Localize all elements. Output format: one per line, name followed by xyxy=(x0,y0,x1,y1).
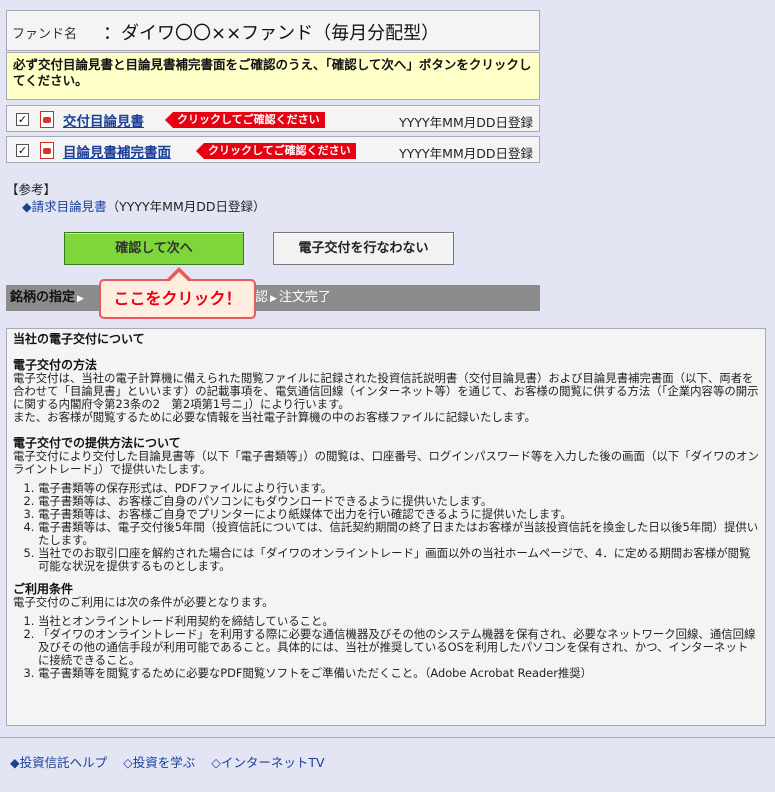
click-hint-tag: クリックしてご確認ください xyxy=(165,112,325,128)
fund-name-panel: ファンド名 ：ダイワ〇〇××ファンド（毎月分配型） xyxy=(6,10,540,51)
step-progress-bar: 銘柄の指定▶確認▶注文完了 xyxy=(6,285,540,311)
step-arrow-icon: ▶ xyxy=(269,294,277,304)
diamond-icon: ◆ xyxy=(22,199,32,214)
terms-list: 当社とオンライントレード利用契約を締結していること。 「ダイワのオンライントレー… xyxy=(25,615,759,680)
terms-text: 電子交付のご利用には次の条件が必要となります。 xyxy=(13,595,274,609)
footer-divider xyxy=(0,737,775,738)
checkbox[interactable]: ✓ xyxy=(16,144,29,157)
internet-tv-link[interactable]: ◇インターネットTV xyxy=(211,755,324,770)
callout-pointer-inner xyxy=(170,272,188,281)
checkbox[interactable]: ✓ xyxy=(16,113,29,126)
fund-help-link[interactable]: ◆投資信託ヘルプ xyxy=(10,755,107,770)
electronic-delivery-info-panel: 当社の電子交付について 電子交付の方法 電子交付は、当社の電子計算機に備えられた… xyxy=(6,328,766,726)
list-item: 電子書類等を閲覧するために必要なPDF閲覧ソフトをご準備いただくこと。（Adob… xyxy=(38,667,759,680)
confirm-next-button[interactable]: 確認して次へ xyxy=(64,232,244,265)
method-text: 電子交付は、当社の電子計算機に備えられた閲覧ファイルに記録された投資信託説明書（… xyxy=(13,371,759,411)
registration-date: YYYY年MM月DD日登録 xyxy=(399,115,533,130)
seikyu-prospectus-link[interactable]: 請求目論見書 xyxy=(32,199,107,214)
list-item: 当社でのお取引口座を解約された場合には「ダイワのオンライントレード」画面以外の当… xyxy=(38,547,759,573)
method-text-2: また、お客様が閲覧するために必要な情報を当社電子計算機の中のお客様ファイルに記録… xyxy=(13,410,536,424)
reference-line: ◆請求目論見書（YYYY年MM月DD日登録） xyxy=(22,196,266,215)
reference-date: （YYYY年MM月DD日登録） xyxy=(106,199,266,214)
step-arrow-icon: ▶ xyxy=(77,294,84,304)
provide-list: 電子書類等の保存形式は、PDFファイルにより行います。 電子書類等は、お客様ご自… xyxy=(25,482,759,573)
pdf-icon xyxy=(40,142,54,159)
decline-electronic-delivery-button[interactable]: 電子交付を行なわない xyxy=(273,232,454,265)
info-title: 当社の電子交付について xyxy=(13,332,145,346)
click-hint-tag: クリックしてご確認ください xyxy=(196,143,356,159)
click-here-callout: ここをクリック！ xyxy=(99,267,256,319)
step-order-done: 注文完了 xyxy=(278,290,331,305)
pdf-icon xyxy=(40,111,54,128)
list-item: 電子書類等は、電子交付後5年間（投資信託については、信託契約期間の終了日またはお… xyxy=(38,521,759,547)
document-link-hokan[interactable]: 目論見書補完書面 xyxy=(63,141,171,161)
fund-name-label: ファンド名 xyxy=(12,27,78,42)
document-row: ✓ 交付目論見書 クリックしてご確認ください YYYY年MM月DD日登録 xyxy=(6,105,540,132)
footer-links: ◆投資信託ヘルプ ◇投資を学ぶ ◇インターネットTV xyxy=(10,752,337,771)
document-link-koufu[interactable]: 交付目論見書 xyxy=(63,110,144,130)
registration-date: YYYY年MM月DD日登録 xyxy=(399,146,533,161)
provide-text: 電子交付により交付した目論見書等（以下「電子書類等」）の閲覧は、口座番号、ログイ… xyxy=(13,449,759,476)
list-item: 「ダイワのオンライントレード」を利用する際に必要な通信機器及びその他のシステム機… xyxy=(38,628,759,667)
learn-investing-link[interactable]: ◇投資を学ぶ xyxy=(123,755,195,770)
callout-text: ここをクリック！ xyxy=(113,289,242,308)
notice-message: 必ず交付目論見書と目論見書補完書面をご確認のうえ、「確認して次へ」ボタンをクリッ… xyxy=(6,52,540,100)
document-row: ✓ 目論見書補完書面 クリックしてご確認ください YYYY年MM月DD日登録 xyxy=(6,136,540,163)
step-current: 銘柄の指定 xyxy=(10,290,76,305)
fund-name-value: ：ダイワ〇〇××ファンド（毎月分配型） xyxy=(103,23,440,44)
